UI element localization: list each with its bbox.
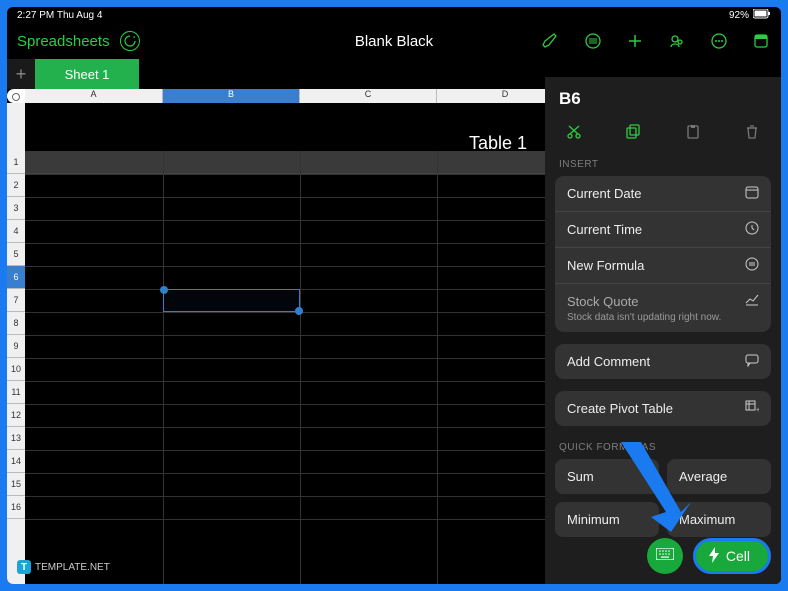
cell-panel: B6 INSERT Current Date Current Time New … xyxy=(545,77,781,584)
add-comment[interactable]: Add Comment xyxy=(555,344,771,379)
row-header[interactable]: 13 xyxy=(7,427,25,450)
insert-current-time[interactable]: Current Time xyxy=(555,212,771,248)
watermark: T TEMPLATE.NET xyxy=(17,560,110,574)
copy-icon[interactable] xyxy=(624,123,642,141)
selection-handle-icon[interactable] xyxy=(160,286,168,294)
svg-text:+: + xyxy=(756,407,759,414)
equals-icon xyxy=(745,257,759,274)
row-header[interactable]: 2 xyxy=(7,174,25,197)
more-icon[interactable] xyxy=(709,31,729,51)
back-button[interactable]: Spreadsheets xyxy=(17,31,140,51)
table-header-row xyxy=(25,151,545,174)
battery-percent: 92% xyxy=(729,10,749,21)
status-time: 2:27 PM Thu Aug 4 xyxy=(17,10,102,21)
clock-icon xyxy=(745,221,759,238)
calendar-icon xyxy=(745,185,759,202)
back-label: Spreadsheets xyxy=(17,33,110,50)
keyboard-button[interactable] xyxy=(647,538,683,574)
cell-button[interactable]: Cell xyxy=(693,538,771,574)
cut-icon[interactable] xyxy=(565,123,583,141)
row-header[interactable]: 4 xyxy=(7,220,25,243)
col-header[interactable]: A xyxy=(25,89,163,103)
select-all-corner[interactable] xyxy=(7,89,25,103)
row-header[interactable]: 16 xyxy=(7,496,25,519)
create-pivot-table[interactable]: Create Pivot Table + xyxy=(555,391,771,426)
row-header[interactable]: 10 xyxy=(7,358,25,381)
qf-minimum[interactable]: Minimum xyxy=(555,502,659,537)
selected-cell[interactable] xyxy=(163,289,300,312)
row-header[interactable]: 15 xyxy=(7,473,25,496)
row-header[interactable]: 7 xyxy=(7,289,25,312)
watermark-icon: T xyxy=(17,560,31,574)
row-header[interactable]: 8 xyxy=(7,312,25,335)
cell-reference: B6 xyxy=(559,89,771,109)
row-header[interactable]: 12 xyxy=(7,404,25,427)
stock-label: Stock Quote xyxy=(567,294,639,309)
row-header-col: 1 2 3 4 5 6 7 8 9 10 11 12 13 14 15 16 xyxy=(7,103,25,584)
col-header[interactable]: C xyxy=(300,89,437,103)
insert-item-label: New Formula xyxy=(567,258,644,273)
selection-handle-icon[interactable] xyxy=(295,307,303,315)
watermark-text: TEMPLATE.NET xyxy=(35,562,110,573)
qf-sum[interactable]: Sum xyxy=(555,459,659,494)
row-header[interactable]: 11 xyxy=(7,381,25,404)
keyboard-icon xyxy=(656,547,674,565)
qf-average[interactable]: Average xyxy=(667,459,771,494)
add-sheet-button[interactable]: + xyxy=(7,59,35,89)
comment-icon xyxy=(745,353,759,370)
sheet-tab[interactable]: Sheet 1 xyxy=(35,59,139,89)
row-header[interactable]: 6 xyxy=(7,266,25,289)
quick-formulas-label: QUICK FORMULAS xyxy=(559,442,771,453)
paste-icon[interactable] xyxy=(684,123,702,141)
col-header[interactable]: B xyxy=(163,89,300,103)
insert-section-label: INSERT xyxy=(559,159,771,170)
chart-icon xyxy=(745,293,759,310)
stock-subtext: Stock data isn't updating right now. xyxy=(567,312,721,323)
row-header[interactable]: 5 xyxy=(7,243,25,266)
organize-icon[interactable] xyxy=(751,31,771,51)
insert-stock-quote[interactable]: Stock Quote Stock data isn't updating ri… xyxy=(555,284,771,332)
battery-icon xyxy=(753,9,771,22)
qf-maximum[interactable]: Maximum xyxy=(667,502,771,537)
row-header[interactable]: 9 xyxy=(7,335,25,358)
plus-icon[interactable] xyxy=(625,31,645,51)
pivot-icon: + xyxy=(745,400,759,417)
insert-current-date[interactable]: Current Date xyxy=(555,176,771,212)
insert-item-label: Current Date xyxy=(567,186,641,201)
bolt-icon xyxy=(708,547,720,566)
list-icon[interactable] xyxy=(583,31,603,51)
cell-button-label: Cell xyxy=(726,548,750,564)
brush-icon[interactable] xyxy=(541,31,561,51)
delete-icon[interactable] xyxy=(743,123,761,141)
insert-new-formula[interactable]: New Formula xyxy=(555,248,771,284)
insert-item-label: Current Time xyxy=(567,222,642,237)
pivot-label: Create Pivot Table xyxy=(567,401,673,416)
collaborate-icon[interactable] xyxy=(667,31,687,51)
refresh-icon[interactable] xyxy=(120,31,140,51)
row-header[interactable]: 1 xyxy=(7,151,25,174)
row-header[interactable]: 3 xyxy=(7,197,25,220)
add-comment-label: Add Comment xyxy=(567,354,650,369)
row-header[interactable]: 14 xyxy=(7,450,25,473)
